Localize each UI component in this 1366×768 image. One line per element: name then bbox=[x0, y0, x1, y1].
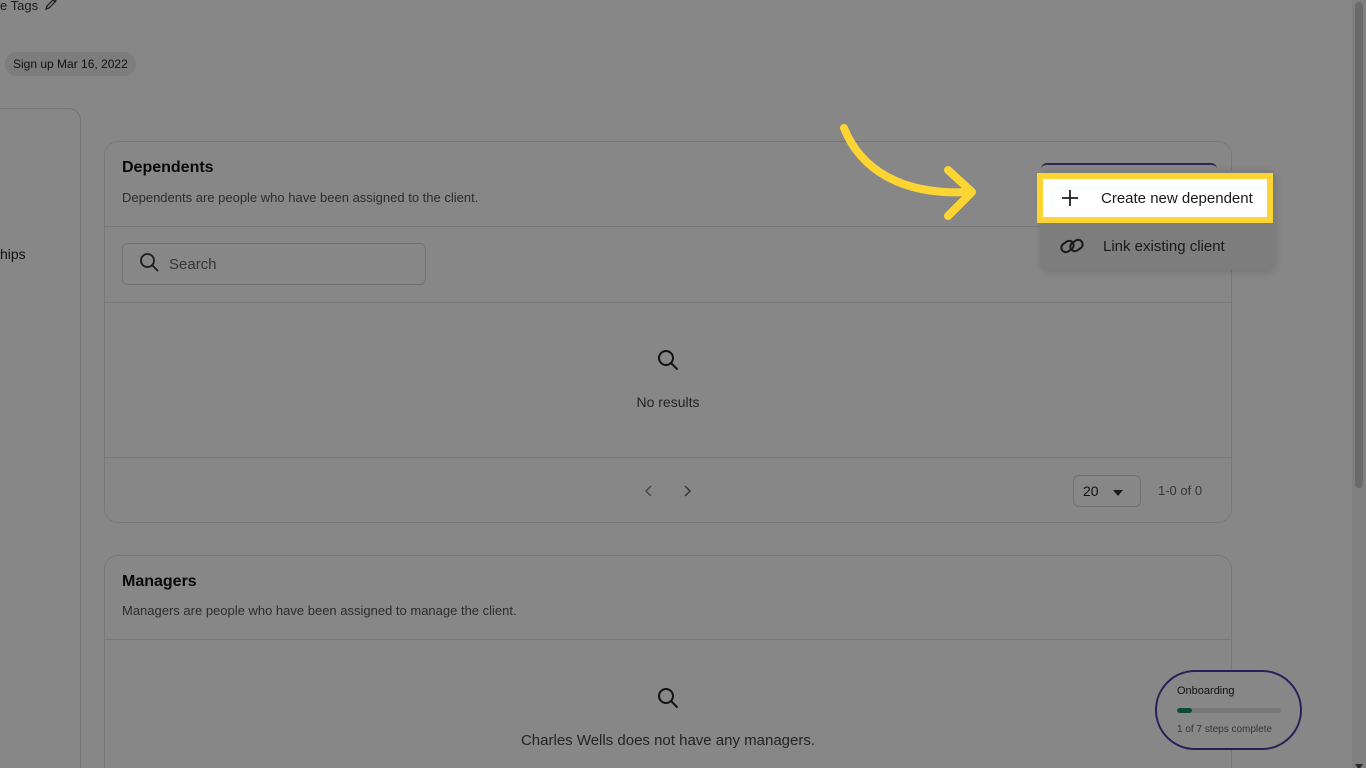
no-results-text: No results bbox=[636, 394, 700, 410]
onboarding-progress-bar bbox=[1177, 708, 1281, 713]
no-managers-text: Charles Wells does not have any managers… bbox=[520, 732, 816, 749]
managers-title: Managers bbox=[122, 573, 197, 590]
left-nav-item-relationships[interactable]: hips bbox=[0, 246, 26, 262]
dependents-empty-state: No results bbox=[105, 349, 1231, 410]
onboarding-widget[interactable]: Onboarding 1 of 7 steps complete bbox=[1155, 670, 1302, 750]
tags-row[interactable]: e Tags bbox=[0, 0, 58, 14]
pagination-range: 1-0 of 0 bbox=[1158, 483, 1203, 498]
chevron-down-icon bbox=[1112, 483, 1123, 499]
search-icon bbox=[139, 252, 159, 277]
link-icon bbox=[1059, 233, 1085, 259]
tutorial-arrow-icon bbox=[840, 124, 976, 220]
dependents-description: Dependents are people who have been assi… bbox=[122, 190, 479, 205]
pencil-icon[interactable] bbox=[44, 0, 58, 14]
search-input[interactable] bbox=[169, 255, 389, 273]
divider bbox=[105, 639, 1231, 640]
rows-per-page-value: 20 bbox=[1083, 483, 1099, 499]
onboarding-title: Onboarding bbox=[1177, 685, 1235, 697]
managers-empty-state: Charles Wells does not have any managers… bbox=[105, 687, 1231, 749]
dependents-search[interactable] bbox=[122, 243, 426, 285]
add-dependent-menu: Create new dependent Link existing clien… bbox=[1037, 170, 1275, 270]
previous-page-icon[interactable] bbox=[641, 483, 657, 499]
scroll-down-arrow-icon[interactable] bbox=[1355, 758, 1363, 768]
onboarding-progress-fill bbox=[1177, 708, 1192, 713]
dependents-title: Dependents bbox=[122, 159, 214, 176]
managers-description: Managers are people who have been assign… bbox=[122, 603, 517, 618]
signup-date-badge: Sign up Mar 16, 2022 bbox=[5, 52, 136, 76]
divider bbox=[105, 457, 1231, 458]
menu-item-link-existing-client[interactable]: Link existing client bbox=[1041, 222, 1275, 270]
divider bbox=[105, 302, 1231, 303]
menu-item-label: Create new dependent bbox=[1101, 189, 1253, 207]
managers-card: Managers Managers are people who have be… bbox=[104, 555, 1232, 768]
search-icon bbox=[657, 350, 679, 375]
search-icon bbox=[657, 688, 679, 713]
left-nav-panel bbox=[0, 108, 81, 768]
tags-label: e Tags bbox=[0, 0, 39, 13]
client-profile-page: e Tags Sign up Mar 16, 2022 hips Depende… bbox=[0, 0, 1352, 768]
scrollbar-thumb[interactable] bbox=[1355, 2, 1363, 488]
next-page-icon[interactable] bbox=[679, 483, 695, 499]
menu-item-label: Link existing client bbox=[1103, 237, 1225, 255]
menu-item-create-new-dependent[interactable]: Create new dependent bbox=[1037, 173, 1273, 223]
page-scrollbar[interactable] bbox=[1352, 0, 1366, 768]
plus-icon bbox=[1057, 185, 1083, 211]
onboarding-steps-text: 1 of 7 steps complete bbox=[1177, 724, 1273, 735]
rows-per-page-select[interactable]: 20 bbox=[1073, 475, 1141, 507]
